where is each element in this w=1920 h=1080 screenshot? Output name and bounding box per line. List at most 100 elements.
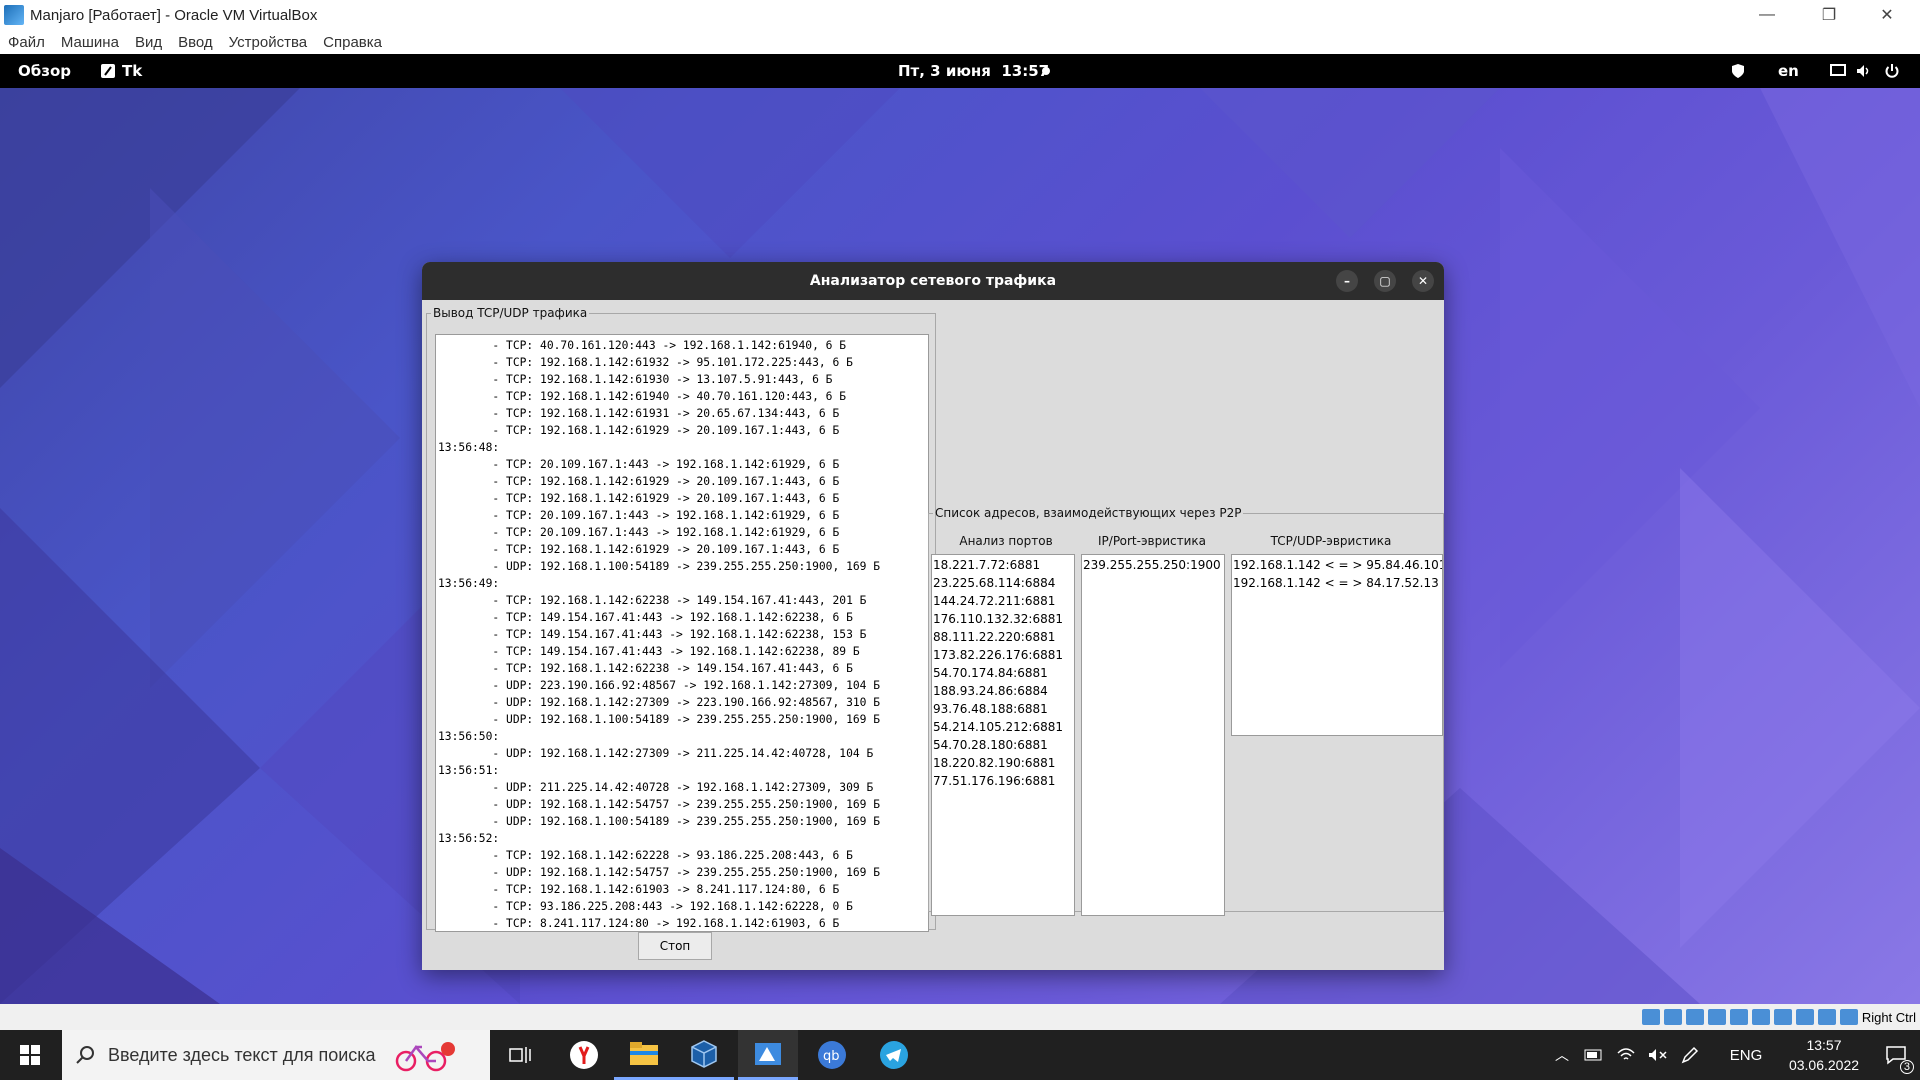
- ports-list-item[interactable]: 173.82.226.176:6881: [933, 646, 1074, 664]
- menu-view[interactable]: Вид: [127, 34, 170, 51]
- log-line[interactable]: - TCP: 149.154.167.41:443 -> 192.168.1.1…: [438, 609, 928, 626]
- ports-list-item[interactable]: 88.111.22.220:6881: [933, 628, 1074, 646]
- log-line[interactable]: - TCP: 8.241.117.124:80 -> 192.168.1.142…: [438, 915, 928, 931]
- taskbar-qbittorrent[interactable]: qb: [802, 1030, 862, 1080]
- taskbar-yandex-browser[interactable]: [554, 1030, 614, 1080]
- battery-icon[interactable]: [1580, 1030, 1608, 1080]
- log-line[interactable]: - TCP: 149.154.167.41:443 -> 192.168.1.1…: [438, 626, 928, 643]
- power-icon[interactable]: [1884, 54, 1900, 88]
- ports-list-item[interactable]: 188.93.24.86:6884: [933, 682, 1074, 700]
- menu-help[interactable]: Справка: [315, 34, 390, 51]
- log-line[interactable]: - UDP: 192.168.1.100:54189 -> 239.255.25…: [438, 813, 928, 830]
- ports-list-item[interactable]: 54.70.174.84:6881: [933, 664, 1074, 682]
- taskbar-clock[interactable]: 13:57 03.06.2022: [1776, 1030, 1872, 1080]
- log-line[interactable]: - UDP: 192.168.1.142:54757 -> 239.255.25…: [438, 796, 928, 813]
- tcpudp-list[interactable]: 192.168.1.142 < = > 95.84.46.101 192.168.…: [1231, 554, 1443, 736]
- maximize-button[interactable]: ❐: [1806, 0, 1852, 30]
- log-line[interactable]: - UDP: 223.190.166.92:48567 -> 192.168.1…: [438, 677, 928, 694]
- task-view-button[interactable]: [490, 1030, 550, 1080]
- log-line[interactable]: - TCP: 40.70.161.120:443 -> 192.168.1.14…: [438, 337, 928, 354]
- wifi-icon[interactable]: [1612, 1030, 1640, 1080]
- log-line[interactable]: - TCP: 192.168.1.142:61932 -> 95.101.172…: [438, 354, 928, 371]
- video-capture-icon[interactable]: [1773, 1009, 1792, 1025]
- tcpudp-list-item[interactable]: 192.168.1.142 < = > 84.17.52.13: [1233, 574, 1442, 592]
- menu-devices[interactable]: Устройства: [221, 34, 315, 51]
- log-line[interactable]: - TCP: 192.168.1.142:61931 -> 20.65.67.1…: [438, 405, 928, 422]
- taskbar-search[interactable]: Введите здесь текст для поиска: [62, 1030, 490, 1080]
- ipport-list[interactable]: 239.255.255.250:1900: [1081, 554, 1225, 916]
- log-line[interactable]: - TCP: 20.109.167.1:443 -> 192.168.1.142…: [438, 456, 928, 473]
- log-line[interactable]: - TCP: 192.168.1.142:62238 -> 149.154.16…: [438, 592, 928, 609]
- app-minimize-button[interactable]: –: [1336, 270, 1358, 292]
- log-line[interactable]: - TCP: 192.168.1.142:61940 -> 40.70.161.…: [438, 388, 928, 405]
- notification-center-button[interactable]: 3: [1872, 1030, 1920, 1080]
- keyboard-layout[interactable]: en: [1778, 54, 1799, 88]
- mouse-integration-icon[interactable]: [1795, 1009, 1814, 1025]
- log-line[interactable]: - TCP: 20.109.167.1:443 -> 192.168.1.142…: [438, 524, 928, 541]
- log-line[interactable]: - TCP: 192.168.1.142:61930 -> 13.107.5.9…: [438, 371, 928, 388]
- tcpudp-list-item[interactable]: 192.168.1.142 < = > 95.84.46.101: [1233, 556, 1442, 574]
- ports-list-item[interactable]: 54.214.105.212:6881: [933, 718, 1074, 736]
- taskbar-telegram[interactable]: [864, 1030, 924, 1080]
- log-line[interactable]: - UDP: 192.168.1.100:54189 -> 239.255.25…: [438, 711, 928, 728]
- optical-drive-icon[interactable]: [1641, 1009, 1660, 1025]
- log-line[interactable]: - TCP: 93.186.225.208:443 -> 192.168.1.1…: [438, 898, 928, 915]
- windows-start-button[interactable]: [0, 1030, 60, 1080]
- ports-list-item[interactable]: 176.110.132.32:6881: [933, 610, 1074, 628]
- pen-icon[interactable]: [1676, 1030, 1704, 1080]
- network-icon[interactable]: [1685, 1009, 1704, 1025]
- cpu-icon[interactable]: [1817, 1009, 1836, 1025]
- taskbar-virtualbox-vm[interactable]: [738, 1030, 798, 1080]
- close-button[interactable]: ✕: [1864, 0, 1910, 30]
- activities-button[interactable]: Обзор: [18, 54, 71, 88]
- clock[interactable]: Пт, 3 июня 13:57: [898, 54, 1049, 88]
- traffic-log[interactable]: - TCP: 40.70.161.120:443 -> 192.168.1.14…: [435, 334, 929, 932]
- ports-list-item[interactable]: 23.225.68.114:6884: [933, 574, 1074, 592]
- usb-icon[interactable]: [1707, 1009, 1726, 1025]
- ipport-list-item[interactable]: 239.255.255.250:1900: [1083, 556, 1224, 574]
- stop-button[interactable]: Стоп: [638, 932, 712, 960]
- volume-icon[interactable]: [1856, 54, 1872, 88]
- audio-icon[interactable]: [1663, 1009, 1682, 1025]
- ports-list-item[interactable]: 144.24.72.211:6881: [933, 592, 1074, 610]
- log-line[interactable]: - TCP: 192.168.1.142:61903 -> 8.241.117.…: [438, 881, 928, 898]
- log-line[interactable]: 13:56:52:: [438, 830, 928, 847]
- log-line[interactable]: - UDP: 192.168.1.142:27309 -> 223.190.16…: [438, 694, 928, 711]
- log-line[interactable]: 13:56:51:: [438, 762, 928, 779]
- shield-icon[interactable]: [1730, 54, 1746, 88]
- display-icon[interactable]: [1751, 1009, 1770, 1025]
- speaker-muted-icon[interactable]: [1644, 1030, 1672, 1080]
- ports-list-item[interactable]: 18.221.7.72:6881: [933, 556, 1074, 574]
- taskbar-virtualbox-manager[interactable]: [674, 1030, 734, 1080]
- log-line[interactable]: - UDP: 192.168.1.142:54757 -> 239.255.25…: [438, 864, 928, 881]
- log-line[interactable]: - TCP: 149.154.167.41:443 -> 192.168.1.1…: [438, 643, 928, 660]
- ports-list-item[interactable]: 93.76.48.188:6881: [933, 700, 1074, 718]
- app-close-button[interactable]: ✕: [1412, 270, 1434, 292]
- log-line[interactable]: - TCP: 192.168.1.142:61929 -> 20.109.167…: [438, 422, 928, 439]
- input-language[interactable]: ENG: [1716, 1030, 1776, 1080]
- tray-expand-icon[interactable]: ︿: [1548, 1030, 1576, 1080]
- app-maximize-button[interactable]: ▢: [1374, 270, 1396, 292]
- menu-file[interactable]: Файл: [0, 34, 53, 51]
- screen-icon[interactable]: [1830, 54, 1846, 88]
- shared-folders-icon[interactable]: [1729, 1009, 1748, 1025]
- taskbar-file-explorer[interactable]: [614, 1030, 674, 1080]
- log-line[interactable]: - TCP: 20.109.167.1:443 -> 192.168.1.142…: [438, 507, 928, 524]
- log-line[interactable]: - UDP: 192.168.1.142:27309 -> 211.225.14…: [438, 745, 928, 762]
- ports-list-item[interactable]: 77.51.176.196:6881: [933, 772, 1074, 790]
- log-line[interactable]: - UDP: 192.168.1.100:54189 -> 239.255.25…: [438, 558, 928, 575]
- log-line[interactable]: 13:56:48:: [438, 439, 928, 456]
- menu-input[interactable]: Ввод: [170, 34, 221, 51]
- ports-list-item[interactable]: 18.220.82.190:6881: [933, 754, 1074, 772]
- log-line[interactable]: - TCP: 192.168.1.142:61929 -> 20.109.167…: [438, 490, 928, 507]
- log-line[interactable]: - TCP: 192.168.1.142:61929 -> 20.109.167…: [438, 541, 928, 558]
- app-menu[interactable]: Tk: [100, 54, 142, 88]
- log-line[interactable]: 13:56:49:: [438, 575, 928, 592]
- log-line[interactable]: - UDP: 211.225.14.42:40728 -> 192.168.1.…: [438, 779, 928, 796]
- ports-list[interactable]: 18.221.7.72:6881 23.225.68.114:6884 144.24…: [931, 554, 1075, 916]
- log-line[interactable]: - TCP: 192.168.1.142:62228 -> 93.186.225…: [438, 847, 928, 864]
- keyboard-icon[interactable]: [1839, 1009, 1858, 1025]
- menu-machine[interactable]: Машина: [53, 34, 127, 51]
- log-line[interactable]: - TCP: 192.168.1.142:61929 -> 20.109.167…: [438, 473, 928, 490]
- log-line[interactable]: - TCP: 192.168.1.142:62238 -> 149.154.16…: [438, 660, 928, 677]
